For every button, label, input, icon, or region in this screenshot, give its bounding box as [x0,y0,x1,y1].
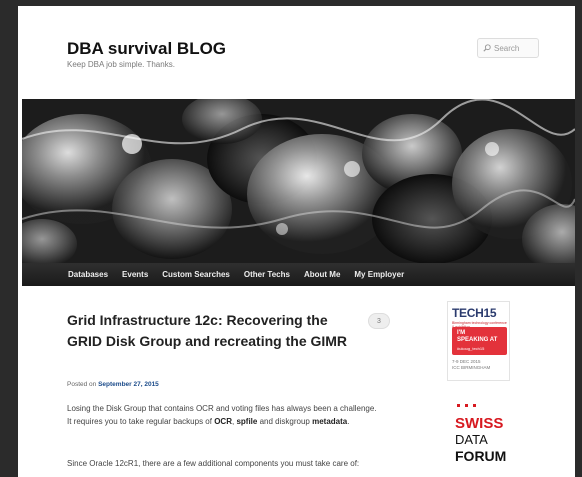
header-banner-image [22,99,575,263]
post-date-link[interactable]: September 27, 2015 [98,381,159,388]
sdf-logo-dots [457,404,476,407]
spfile-text: spfile [236,416,258,426]
nav-item-my-employer[interactable]: My Employer [354,270,404,279]
tech15-date: 7-9 DEC 2015 ICC BIRMINGHAM [452,359,491,370]
sdf-line-forum: FORUM [455,448,507,464]
nav-item-other-techs[interactable]: Other Techs [244,270,290,279]
window-right-border [575,0,582,477]
metadata-text: metadata [312,416,348,426]
site-title[interactable]: DBA survival BLOG [67,39,226,59]
tech15-logo: TECH15 [452,306,497,320]
post-title[interactable]: Grid Infrastructure 12c: Recovering the … [67,310,352,352]
tech15-speaker-badge[interactable]: TECH15 Birmingham technology conference … [447,301,510,381]
posted-on-label: Posted on [67,381,97,388]
window-left-border [0,0,18,477]
nav-item-databases[interactable]: Databases [68,270,108,279]
speaking-banner: I'M SPEAKING AT #ukoug_tech15 [452,327,507,355]
main-navigation: Databases Events Custom Searches Other T… [22,263,575,286]
nav-item-events[interactable]: Events [122,270,148,279]
post-paragraph-2: Since Oracle 12cR1, there are a few addi… [67,459,360,468]
sdf-line-swiss: SWISS [455,415,504,432]
ocr-text: OCR [214,416,232,426]
sdf-line-data: DATA [455,432,488,447]
comment-count-bubble[interactable]: 3 [368,313,390,329]
search-icon [483,44,491,52]
swiss-data-forum-badge[interactable]: SWISS DATA FORUM [455,404,515,476]
search-input[interactable] [494,43,538,53]
site-tagline: Keep DBA job simple. Thanks. [67,60,175,69]
nav-item-custom-searches[interactable]: Custom Searches [162,270,230,279]
search-box[interactable] [477,38,539,58]
post-meta: Posted on September 27, 2015 [67,381,159,388]
post-paragraph-1: Losing the Disk Group that contains OCR … [67,404,377,426]
nav-item-about-me[interactable]: About Me [304,270,340,279]
blog-page: DBA survival BLOG Keep DBA job simple. T… [18,6,575,477]
